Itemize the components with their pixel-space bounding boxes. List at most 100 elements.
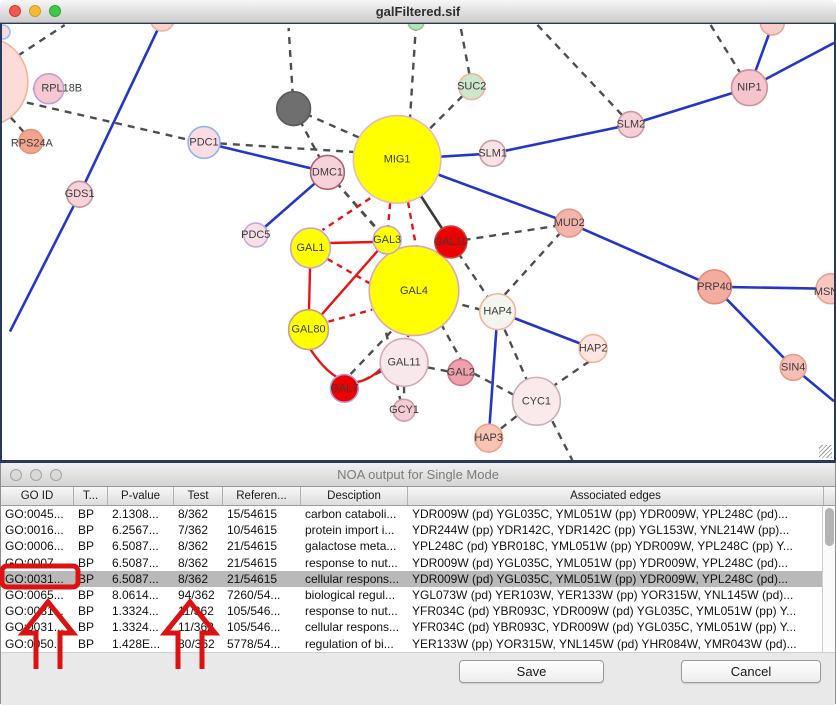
cell-reference: 21/54615 bbox=[223, 555, 301, 571]
node-label-sin4: SIN4 bbox=[781, 361, 805, 373]
network-edge bbox=[10, 194, 80, 331]
cell-go_id: GO:0031... bbox=[1, 571, 74, 587]
node-label-gal10: GAL10 bbox=[434, 236, 468, 248]
cell-type: BP bbox=[74, 603, 108, 619]
table-row-6[interactable]: GO:0065...BP8.0614...94/3627260/54...bio… bbox=[1, 587, 835, 603]
cell-type: BP bbox=[74, 522, 108, 538]
network-canvas[interactable]: RPL18BRPS24APDC1GDS1MIG1DMC1SUC2NIP1SLM2… bbox=[0, 23, 836, 463]
cell-edges: YDR009W (pd) YGL035C, YML051W (pp) YDR00… bbox=[408, 555, 824, 571]
column-header-go-id[interactable]: GO ID bbox=[1, 487, 74, 505]
node-label-hap2: HAP2 bbox=[579, 343, 608, 355]
cell-go_id: GO:0007... bbox=[1, 555, 74, 571]
table-row-5[interactable]: GO:0031...BP6.5087...8/36221/54615cellul… bbox=[1, 571, 835, 587]
node-label-gal7: GAL7 bbox=[330, 382, 358, 394]
cell-type: BP bbox=[74, 506, 108, 522]
network-edge bbox=[80, 24, 163, 194]
cell-reference: 15/54615 bbox=[223, 506, 301, 522]
close-button[interactable] bbox=[9, 5, 21, 17]
table-row-4[interactable]: GO:0007...BP6.5087...8/36221/54615respon… bbox=[1, 555, 835, 571]
table-row-2[interactable]: GO:0016...BP6.2567...7/36210/54615protei… bbox=[1, 522, 835, 538]
resize-grip[interactable] bbox=[819, 445, 832, 458]
cell-go_id: GO:0016... bbox=[1, 522, 74, 538]
network-node-corner[interactable] bbox=[2, 25, 10, 39]
minimize-button[interactable] bbox=[29, 5, 41, 17]
column-header-p-value[interactable]: P-value bbox=[108, 487, 174, 505]
node-label-rpl18b: RPL18B bbox=[41, 83, 82, 95]
zoom-button[interactable] bbox=[49, 5, 61, 17]
node-label-gcy1: GCY1 bbox=[389, 404, 419, 416]
network-edge bbox=[27, 103, 196, 142]
column-header-t-[interactable]: T... bbox=[74, 487, 108, 505]
network-edge bbox=[441, 324, 461, 360]
scrollbar-thumb[interactable] bbox=[825, 508, 834, 546]
table-row-3[interactable]: GO:0006...BP6.5087...8/36221/54615galact… bbox=[1, 538, 835, 554]
minimize-button[interactable] bbox=[30, 469, 42, 481]
cell-go_id: GO:0031... bbox=[1, 619, 74, 635]
node-label-suc2: SUC2 bbox=[457, 81, 486, 93]
network-node-top-pink[interactable] bbox=[150, 24, 174, 31]
network-edge bbox=[505, 330, 528, 382]
network-edge bbox=[569, 223, 714, 287]
cell-p_value: 8.0614... bbox=[108, 587, 174, 603]
network-edge bbox=[505, 234, 560, 295]
node-label-cyc1: CYC1 bbox=[522, 395, 551, 407]
cell-edges: YFR034C (pd) YBR093C, YDR009W (pd) YGL03… bbox=[408, 603, 824, 619]
save-button[interactable]: Save bbox=[459, 660, 604, 683]
cell-go_id: GO:0050... bbox=[1, 636, 74, 652]
cell-p_value: 6.5087... bbox=[108, 555, 174, 571]
cell-test: 8/362 bbox=[174, 538, 223, 554]
cell-type: BP bbox=[74, 619, 108, 635]
table-row-7[interactable]: GO:0031...BP1.3324...11/362105/546...res… bbox=[1, 603, 835, 619]
cell-reference: 7260/54... bbox=[223, 587, 301, 603]
node-label-prp40: PRP40 bbox=[697, 281, 732, 293]
cell-edges: YFR034C (pd) YBR093C, YDR009W (pd) YGL03… bbox=[408, 619, 824, 635]
cell-p_value: 2.1308... bbox=[108, 506, 174, 522]
cell-description: carbon cataboli... bbox=[301, 506, 408, 522]
network-window: galFiltered.sif RPL18BRPS24APDC1GDS1MIG1… bbox=[0, 0, 836, 463]
cell-edges: YDR009W (pd) YGL035C, YML051W (pp) YDR00… bbox=[408, 571, 824, 587]
network-edge bbox=[498, 416, 517, 431]
column-header-desciption[interactable]: Desciption bbox=[301, 487, 408, 505]
cell-description: response to nut... bbox=[301, 603, 408, 619]
cell-type: BP bbox=[74, 636, 108, 652]
button-panel: Save Cancel bbox=[1, 652, 835, 705]
cell-reference: 105/546... bbox=[223, 603, 301, 619]
cell-type: BP bbox=[74, 555, 108, 571]
network-node-left-hub[interactable] bbox=[2, 37, 28, 127]
column-header-referen-[interactable]: Referen... bbox=[223, 487, 301, 505]
column-header-test[interactable]: Test bbox=[174, 487, 223, 505]
cancel-button[interactable]: Cancel bbox=[681, 660, 821, 683]
zoom-button[interactable] bbox=[50, 469, 62, 481]
network-edge bbox=[408, 202, 416, 246]
results-rows: GO:0045...BP2.1308...8/36215/54615carbon… bbox=[1, 506, 835, 652]
table-row-8[interactable]: GO:0031...BP1.3324...11/362105/546...cel… bbox=[1, 619, 835, 635]
table-row-9[interactable]: GO:0050...BP1.428E...80/3625778/54...reg… bbox=[1, 636, 835, 652]
cell-test: 8/362 bbox=[174, 506, 223, 522]
node-label-gal2: GAL2 bbox=[447, 366, 475, 378]
window-controls bbox=[9, 0, 61, 22]
node-label-rps24a: RPS24A bbox=[11, 137, 54, 149]
cell-go_id: GO:0045... bbox=[1, 506, 74, 522]
cell-test: 7/362 bbox=[174, 522, 223, 538]
table-row-1[interactable]: GO:0045...BP2.1308...8/36215/54615carbon… bbox=[1, 506, 835, 522]
cell-type: BP bbox=[74, 571, 108, 587]
column-header-associated-edges[interactable]: Associated edges bbox=[408, 487, 824, 505]
network-node-green-sliver[interactable] bbox=[408, 24, 424, 30]
node-label-nip1: NIP1 bbox=[737, 82, 761, 94]
network-node-gray-node[interactable] bbox=[277, 92, 311, 126]
noa-window-titlebar[interactable]: NOA output for Single Mode bbox=[1, 463, 835, 487]
network-node-topright[interactable] bbox=[760, 24, 784, 35]
network-edge bbox=[410, 24, 416, 118]
cell-test: 8/362 bbox=[174, 555, 223, 571]
cell-test: 80/362 bbox=[174, 636, 223, 652]
node-label-gal3: GAL3 bbox=[373, 234, 401, 246]
close-button[interactable] bbox=[10, 469, 22, 481]
network-window-titlebar[interactable]: galFiltered.sif bbox=[0, 0, 836, 23]
cell-test: 94/362 bbox=[174, 587, 223, 603]
noa-window-title: NOA output for Single Mode bbox=[337, 467, 499, 482]
node-label-gal1: GAL1 bbox=[297, 242, 325, 254]
node-label-mud2: MUD2 bbox=[554, 217, 585, 229]
network-graph: RPL18BRPS24APDC1GDS1MIG1DMC1SUC2NIP1SLM2… bbox=[2, 24, 834, 460]
node-label-msn: MSN bbox=[814, 286, 834, 298]
network-edge bbox=[204, 142, 327, 172]
